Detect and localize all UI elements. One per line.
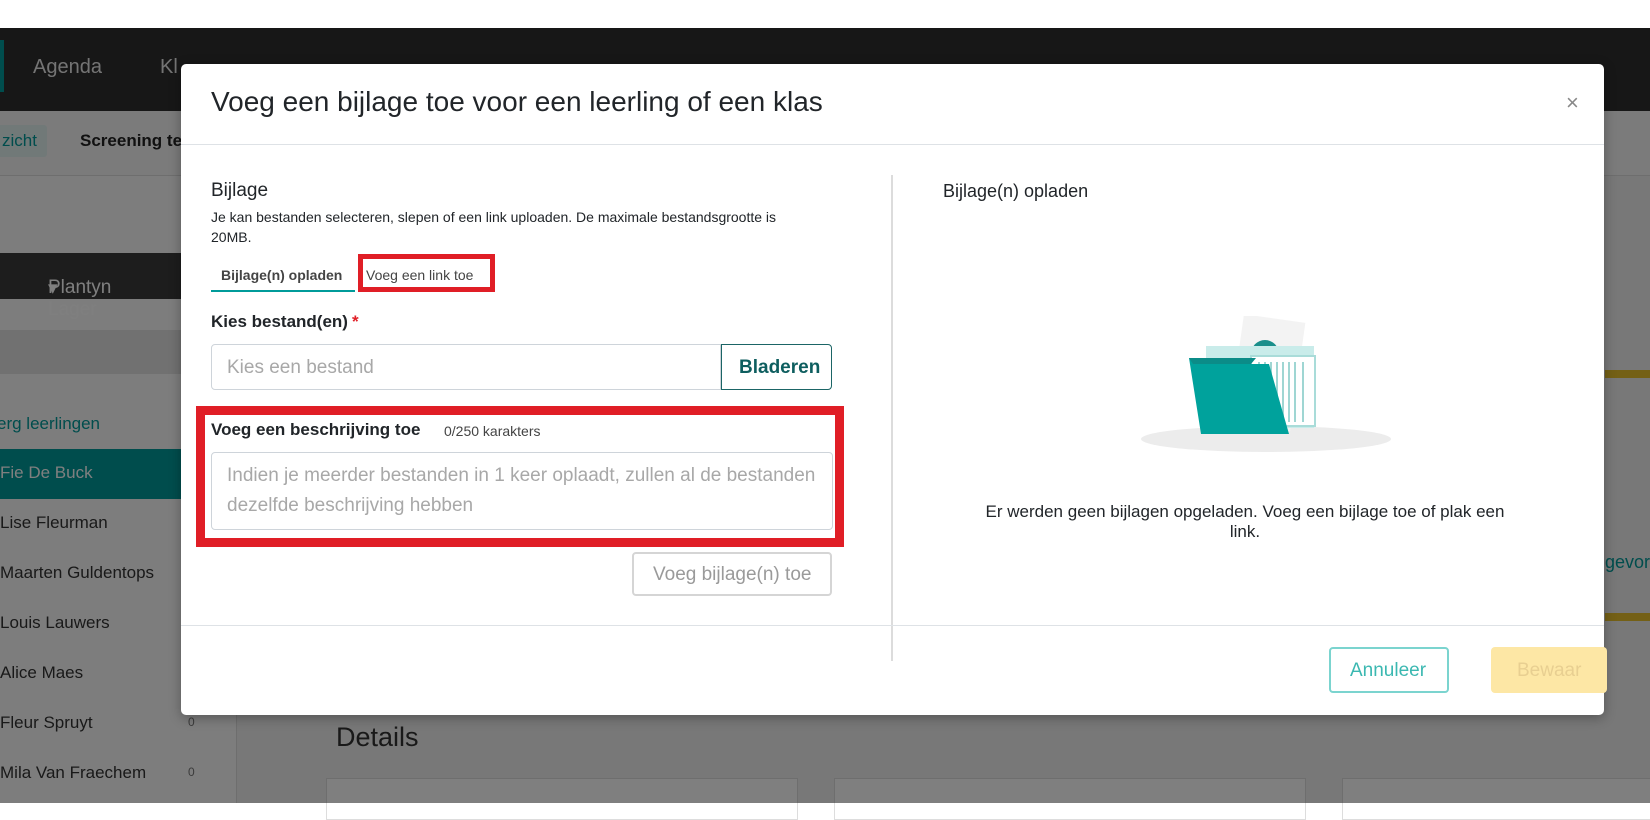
cancel-label: Annuleer <box>1350 660 1427 681</box>
close-icon[interactable]: × <box>1566 90 1579 116</box>
file-label: Kies bestand(en) * <box>211 312 359 332</box>
file-input[interactable]: Kies een bestand <box>211 344 721 390</box>
description-textarea[interactable]: Indien je meerder bestanden in 1 keer op… <box>211 452 833 530</box>
attachment-modal: Voeg een bijlage toe voor een leerling o… <box>181 64 1607 715</box>
modal-footer-divider <box>181 625 1604 626</box>
cancel-button[interactable]: Annuleer <box>1329 647 1449 693</box>
uploads-title: Bijlage(n) opladen <box>943 181 1089 201</box>
top-white-strip <box>0 0 1650 28</box>
description-label: Voeg een beschrijving toe <box>211 420 421 439</box>
help-text: Je kan bestanden selecteren, slepen of e… <box>211 209 777 245</box>
required-mark: * <box>351 312 359 331</box>
app-page: Agenda Kl zicht Screening te Plantyn Lag… <box>0 0 1650 820</box>
browse-button[interactable]: Bladeren <box>721 344 832 390</box>
file-label-text: Kies bestand(en) <box>211 312 348 331</box>
section-title: Bijlage <box>211 180 269 201</box>
character-counter: 0/250 karakters <box>444 423 541 439</box>
add-attachment-label: Voeg bijlage(n) toe <box>653 564 812 585</box>
add-attachment-button[interactable]: Voeg bijlage(n) toe <box>632 552 832 596</box>
tab-upload-attachments[interactable]: Bijlage(n) opladen <box>211 258 355 292</box>
save-button[interactable]: Bewaar <box>1491 647 1607 693</box>
browse-label: Bladeren <box>739 357 821 378</box>
file-input-placeholder: Kies een bestand <box>227 357 374 378</box>
empty-folder-illustration <box>1141 316 1391 452</box>
modal-header: Voeg een bijlage toe voor een leerling o… <box>181 64 1604 145</box>
modal-title: Voeg een bijlage toe voor een leerling o… <box>211 86 823 117</box>
save-label: Bewaar <box>1517 660 1582 681</box>
highlight-box <box>358 254 495 292</box>
empty-message: Er werden geen bijlagen opgeladen. Voeg … <box>985 502 1505 541</box>
tab-label: Bijlage(n) opladen <box>221 267 343 283</box>
column-divider <box>891 175 893 661</box>
description-placeholder: Indien je meerder bestanden in 1 keer op… <box>227 465 816 516</box>
